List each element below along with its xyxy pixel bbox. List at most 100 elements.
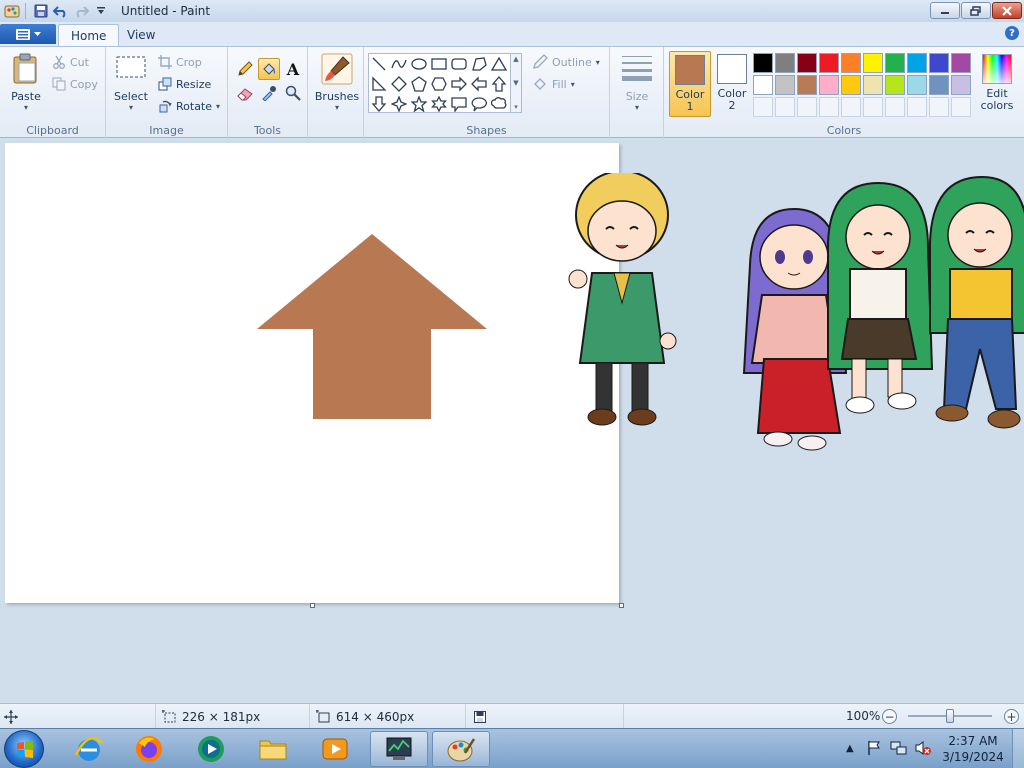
- custom-color-slot[interactable]: [863, 97, 883, 117]
- right-arrow-shape-icon[interactable]: [449, 74, 469, 94]
- rotate-button[interactable]: Rotate ▾: [158, 97, 220, 115]
- canvas-resize-handle-bottom[interactable]: [310, 603, 315, 608]
- palette-swatch[interactable]: [929, 53, 949, 73]
- firefox-taskbar-icon[interactable]: [120, 731, 178, 767]
- media-center-taskbar-icon[interactable]: [182, 731, 240, 767]
- palette-swatch[interactable]: [863, 53, 883, 73]
- palette-swatch[interactable]: [929, 75, 949, 95]
- cut-button[interactable]: Cut: [52, 53, 89, 71]
- media-player-taskbar-icon[interactable]: [306, 731, 364, 767]
- volume-muted-icon[interactable]: [914, 740, 932, 759]
- oval-shape-icon[interactable]: [409, 54, 429, 74]
- minimize-button[interactable]: [930, 2, 960, 19]
- paint-taskbar-icon[interactable]: [432, 731, 490, 767]
- custom-color-slot[interactable]: [841, 97, 861, 117]
- gallery-more-icon[interactable]: ▾: [514, 103, 518, 111]
- hexagon-shape-icon[interactable]: [429, 74, 449, 94]
- palette-swatch[interactable]: [775, 53, 795, 73]
- down-arrow-shape-icon[interactable]: [369, 94, 389, 114]
- custom-color-slot[interactable]: [907, 97, 927, 117]
- text-tool-icon[interactable]: A: [282, 58, 304, 80]
- close-button[interactable]: [992, 2, 1022, 19]
- color-2-selector[interactable]: Color 2: [712, 51, 752, 117]
- network-icon[interactable]: [890, 740, 908, 759]
- palette-swatch[interactable]: [885, 75, 905, 95]
- canvas-workspace[interactable]: [0, 139, 1024, 702]
- curve-shape-icon[interactable]: [389, 54, 409, 74]
- palette-swatch[interactable]: [863, 75, 883, 95]
- shapes-gallery-scroll[interactable]: ▲ ▼ ▾: [511, 53, 522, 113]
- triangle-shape-icon[interactable]: [489, 54, 509, 74]
- palette-swatch[interactable]: [951, 53, 971, 73]
- left-arrow-shape-icon[interactable]: [469, 74, 489, 94]
- pencil-icon[interactable]: [234, 58, 256, 80]
- restore-button[interactable]: [961, 2, 991, 19]
- line-shape-icon[interactable]: [369, 54, 389, 74]
- six-point-star-shape-icon[interactable]: [429, 94, 449, 114]
- size-button[interactable]: Size ▾: [616, 53, 658, 112]
- custom-color-slot[interactable]: [885, 97, 905, 117]
- palette-swatch[interactable]: [907, 53, 927, 73]
- palette-swatch[interactable]: [797, 53, 817, 73]
- palette-swatch[interactable]: [841, 75, 861, 95]
- task-manager-taskbar-icon[interactable]: [370, 731, 428, 767]
- zoom-slider-thumb[interactable]: [946, 709, 954, 723]
- zoom-in-button[interactable]: +: [1004, 709, 1019, 724]
- palette-swatch[interactable]: [907, 75, 927, 95]
- color-picker-icon[interactable]: [258, 82, 280, 104]
- custom-color-slot[interactable]: [775, 97, 795, 117]
- paint-menu-button[interactable]: [0, 24, 56, 44]
- fill-button[interactable]: Fill ▾: [532, 75, 575, 93]
- oval-callout-shape-icon[interactable]: [469, 94, 489, 114]
- palette-swatch[interactable]: [753, 53, 773, 73]
- cloud-callout-shape-icon[interactable]: [489, 94, 509, 114]
- zoom-out-button[interactable]: −: [882, 709, 897, 724]
- palette-swatch[interactable]: [841, 53, 861, 73]
- scroll-up-icon[interactable]: ▲: [513, 55, 518, 63]
- palette-swatch[interactable]: [819, 75, 839, 95]
- palette-swatch[interactable]: [797, 75, 817, 95]
- palette-swatch[interactable]: [753, 75, 773, 95]
- scroll-down-icon[interactable]: ▼: [513, 79, 518, 87]
- five-point-star-shape-icon[interactable]: [409, 94, 429, 114]
- tab-home[interactable]: Home: [58, 24, 120, 46]
- palette-swatch[interactable]: [819, 53, 839, 73]
- custom-color-slot[interactable]: [753, 97, 773, 117]
- eraser-icon[interactable]: [234, 82, 256, 104]
- help-icon[interactable]: ?: [1005, 26, 1019, 40]
- show-hidden-icons-button[interactable]: ▲: [846, 743, 854, 754]
- paste-button[interactable]: Paste ▾: [6, 53, 46, 112]
- tab-view[interactable]: View: [115, 24, 167, 46]
- system-clock[interactable]: 2:37 AM 3/19/2024: [941, 733, 1005, 765]
- polygon-shape-icon[interactable]: [469, 54, 489, 74]
- rectangle-shape-icon[interactable]: [429, 54, 449, 74]
- palette-swatch[interactable]: [951, 75, 971, 95]
- crop-button[interactable]: Crop: [158, 53, 202, 71]
- drawing-canvas[interactable]: [5, 143, 619, 603]
- redo-icon[interactable]: [71, 2, 91, 20]
- outline-button[interactable]: Outline ▾: [532, 53, 600, 71]
- brushes-button[interactable]: Brushes ▾: [314, 53, 360, 112]
- save-icon[interactable]: [31, 2, 51, 20]
- up-arrow-shape-icon[interactable]: [489, 74, 509, 94]
- start-button[interactable]: [4, 730, 44, 768]
- magnifier-icon[interactable]: [282, 82, 304, 104]
- custom-color-slot[interactable]: [951, 97, 971, 117]
- canvas-resize-handle-corner[interactable]: [619, 603, 624, 608]
- fill-bucket-icon[interactable]: [258, 58, 280, 80]
- custom-color-slot[interactable]: [819, 97, 839, 117]
- four-point-star-shape-icon[interactable]: [389, 94, 409, 114]
- copy-button[interactable]: Copy: [52, 75, 98, 93]
- rounded-rectangle-shape-icon[interactable]: [449, 54, 469, 74]
- pentagon-shape-icon[interactable]: [409, 74, 429, 94]
- action-center-flag-icon[interactable]: [866, 740, 882, 759]
- undo-icon[interactable]: [51, 2, 71, 20]
- resize-button[interactable]: Resize: [158, 75, 211, 93]
- color-1-selector[interactable]: Color 1: [669, 51, 711, 117]
- palette-swatch[interactable]: [885, 53, 905, 73]
- diamond-shape-icon[interactable]: [389, 74, 409, 94]
- paint-app-icon[interactable]: [4, 3, 20, 19]
- customize-quick-access-icon[interactable]: [91, 2, 111, 20]
- custom-color-slot[interactable]: [797, 97, 817, 117]
- rectangular-callout-shape-icon[interactable]: [449, 94, 469, 114]
